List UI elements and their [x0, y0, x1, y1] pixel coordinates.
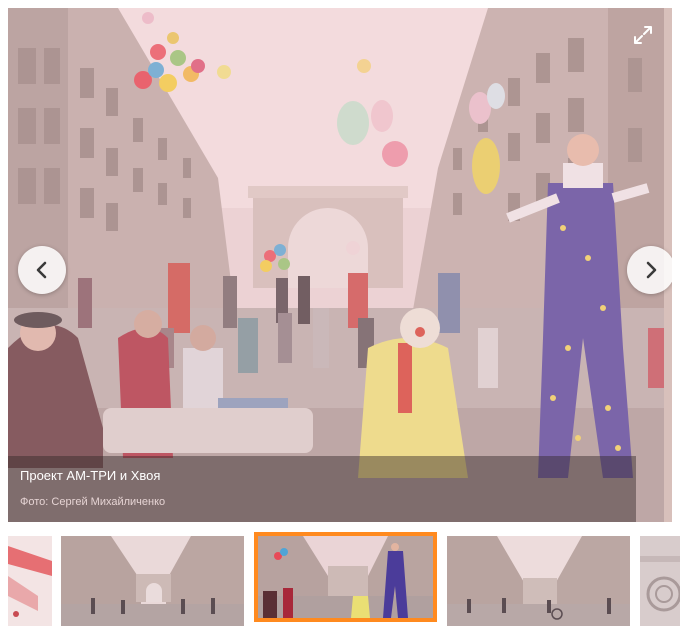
caption-title: Проект АМ-ТРИ и Хвоя [20, 468, 161, 483]
chevron-right-icon [646, 261, 657, 279]
photo-viewer: Проект АМ-ТРИ и Хвоя Фото: Сергей Михайл… [8, 8, 672, 522]
next-photo-button[interactable] [627, 246, 672, 294]
thumbnail-strip [0, 532, 680, 630]
expand-icon [634, 26, 652, 44]
caption-credit: Фото: Сергей Михайличенко [20, 496, 166, 508]
fullscreen-button[interactable] [630, 22, 656, 48]
thumbnail-4[interactable] [447, 536, 630, 626]
thumbnail-2[interactable] [61, 536, 244, 626]
thumbnail-1[interactable] [8, 536, 52, 626]
main-photo [8, 8, 672, 522]
thumbnail-5[interactable] [640, 536, 680, 626]
photo-caption: Проект АМ-ТРИ и Хвоя Фото: Сергей Михайл… [8, 456, 636, 522]
thumbnail-3-active[interactable] [254, 532, 437, 622]
previous-photo-button[interactable] [18, 246, 66, 294]
chevron-left-icon [36, 261, 47, 279]
